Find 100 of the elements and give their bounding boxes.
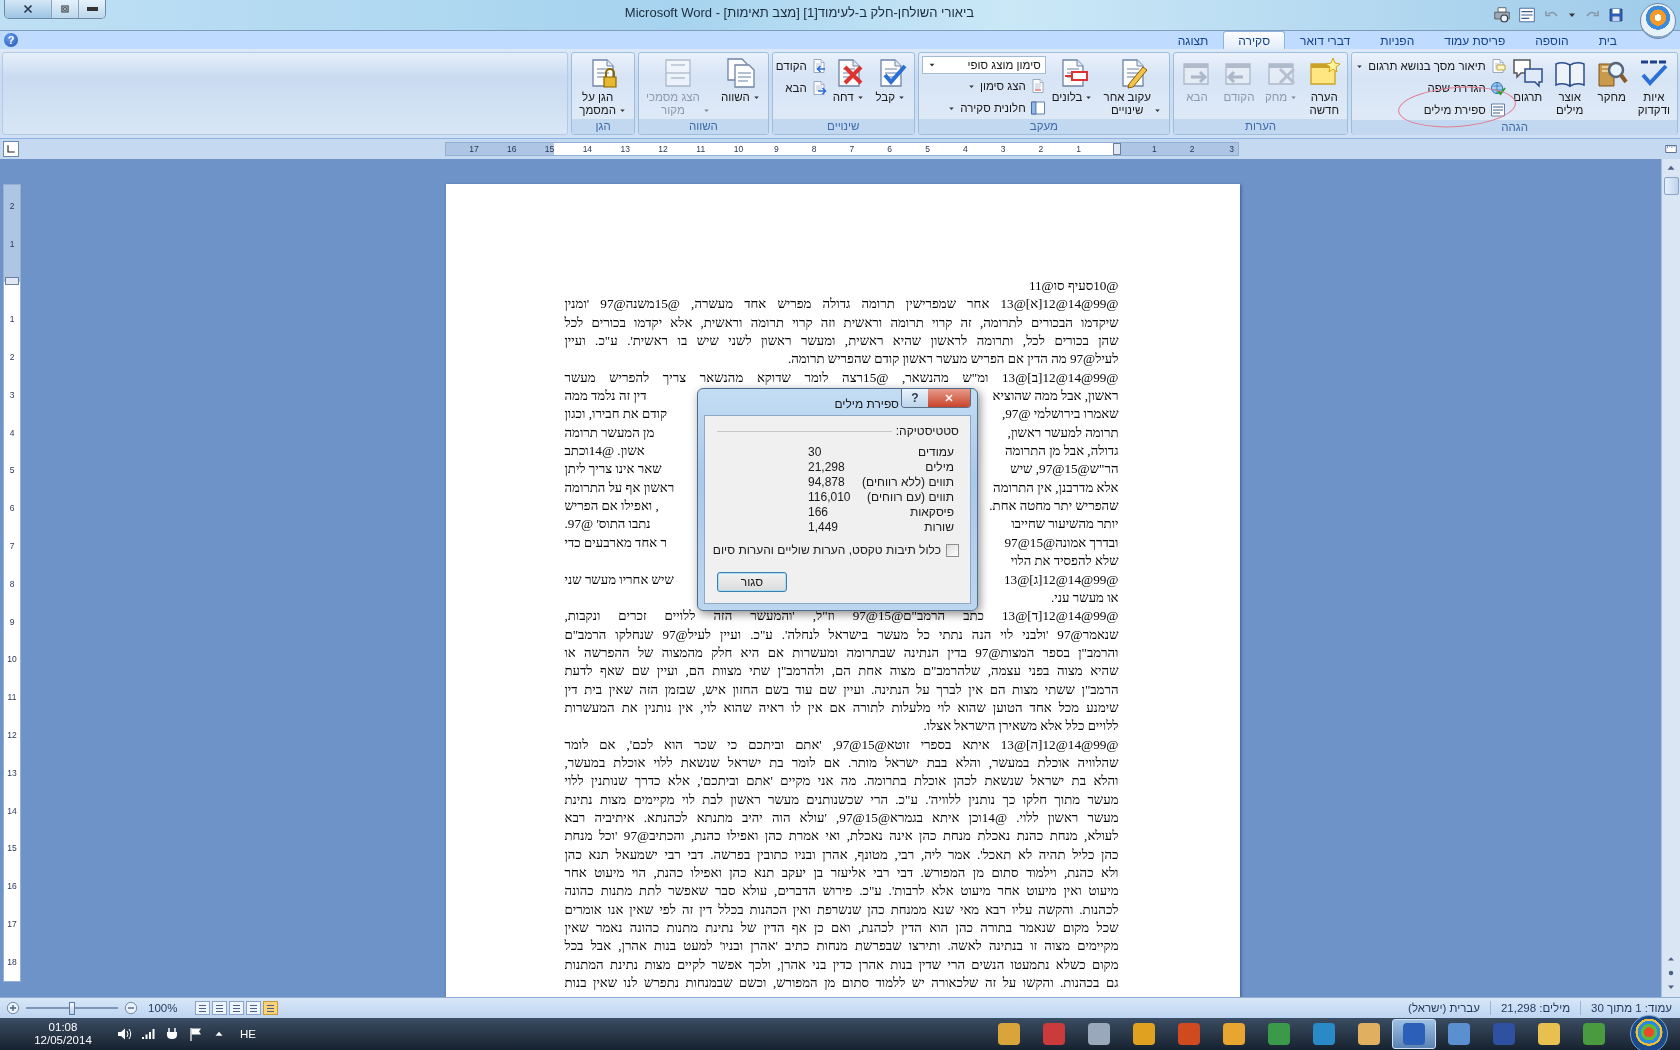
language-indicator[interactable]: HE xyxy=(240,1028,256,1040)
ribbon-button[interactable]: אוצר מילים xyxy=(1549,55,1590,120)
ruler-number: 1 xyxy=(1076,144,1082,154)
ruler-number: 9 xyxy=(9,616,15,627)
ribbon-tab[interactable]: הפניות xyxy=(1365,31,1430,49)
page-count[interactable]: עמוד: 1 מתוך 30 xyxy=(1591,1002,1672,1014)
clock[interactable]: 01:08 12/05/2014 xyxy=(24,1021,102,1047)
ribbon-button[interactable]: דחה xyxy=(828,55,869,119)
view-button[interactable] xyxy=(212,1001,228,1015)
stat-label: שורות xyxy=(923,521,954,534)
ribbon-button[interactable]: עקוב אחר שינויים xyxy=(1099,55,1166,119)
ruler-number: 14 xyxy=(582,144,593,154)
text-line: שיש אחריו מעשר שני xyxy=(564,570,674,589)
stat-label: תווים (ללא רווחים) xyxy=(861,476,954,489)
ribbon-button[interactable]: חלונית סקירה xyxy=(921,98,1046,118)
text-line: אלא מדרבנן, אין התרומה xyxy=(993,478,1119,497)
markup-dropdown[interactable]: סימון מוצג סופי xyxy=(921,56,1046,74)
ribbon-button[interactable]: קבל xyxy=(870,55,911,119)
minimize-button[interactable] xyxy=(78,0,105,18)
documents-icon xyxy=(724,57,757,89)
checkbox[interactable] xyxy=(946,543,959,557)
text-line: תרומה למעשר ראשון, xyxy=(1007,423,1119,442)
restore-button[interactable] xyxy=(51,0,78,18)
ribbon-tab[interactable]: סקירה xyxy=(1223,31,1286,49)
ruler-number: 7 xyxy=(849,144,855,154)
text-line: , ואפילו אם הפריש xyxy=(564,497,659,516)
ribbon-tab[interactable]: פריסת עמוד xyxy=(1429,31,1521,49)
ruler-number: 17 xyxy=(469,144,479,154)
ribbon-tab[interactable]: תצוגה xyxy=(1162,31,1224,49)
ribbon-tab[interactable]: הוספה xyxy=(1520,31,1584,49)
ruler-number: 10 xyxy=(733,144,744,154)
start-button[interactable] xyxy=(1630,1015,1668,1050)
margin-marker[interactable] xyxy=(5,277,19,286)
ruler-number: 11 xyxy=(696,144,706,154)
text-line: הר"ש@15@97, שיש xyxy=(1010,460,1119,479)
language-indicator[interactable]: עברית (ישראל) xyxy=(1408,1002,1480,1014)
office-button[interactable] xyxy=(1640,3,1676,39)
ruler-number: 1 xyxy=(1151,144,1157,154)
flag-icon xyxy=(188,1026,204,1042)
text-line: מן המעשר תרומה xyxy=(564,423,655,442)
ruler-number: 5 xyxy=(925,144,930,154)
scroll-thumb[interactable] xyxy=(1663,177,1679,195)
ribbon-button[interactable]: ספירת מילים xyxy=(1355,100,1506,120)
taskbar-app-button[interactable] xyxy=(1392,1019,1436,1049)
text-line: שהפריש יתר מחטה אחת. xyxy=(989,497,1119,516)
ribbon-button[interactable]: תיאור מסך בנושא תרגום xyxy=(1355,56,1506,76)
tab-selector[interactable] xyxy=(3,141,19,157)
counter-icon xyxy=(1489,102,1506,118)
speaker-icon xyxy=(116,1026,132,1042)
vertical-scrollbar[interactable] xyxy=(1661,159,1680,997)
text-line: אשון. @14וכתב xyxy=(564,442,645,461)
text-line: שלא להפסיד את הלוי xyxy=(1010,552,1119,571)
ribbon-button[interactable]: הקודם xyxy=(775,56,827,76)
window-title: ביאורי השולחן-חלק ב-לעימוד[1] [מצב תאימות] - Microsoft Word xyxy=(624,5,975,20)
ribbon-button[interactable]: תרגום xyxy=(1507,55,1548,120)
ruler-number: 17 xyxy=(7,919,17,930)
ruler-number: 5 xyxy=(9,465,15,476)
view-button[interactable] xyxy=(229,1001,245,1015)
close-icon xyxy=(943,392,955,404)
ruler-number: 15 xyxy=(7,843,17,854)
ribbon-button[interactable]: השווה xyxy=(716,55,765,119)
vertical-ruler[interactable]: 2 1 1 2 3 4 5 6 7 8 9 10 11 12 13 14 15 16 17 18 xyxy=(3,184,21,982)
text-line: @99@14@12[ב]@13 ומ"ש מהנשאר, @15רצה לומר שדוקא מהנשאר צריך להפריש מעשר xyxy=(564,368,1119,387)
ruler-number: 3 xyxy=(1000,144,1006,154)
text-line: שאר אינו צריך ליתן xyxy=(564,460,662,479)
help-button[interactable]: ? xyxy=(902,389,928,407)
ruler-number: 8 xyxy=(811,144,817,154)
ruler-number: 15 xyxy=(544,144,555,154)
close-button[interactable]: סגור xyxy=(717,572,787,592)
ribbon-button[interactable]: הצג סימון xyxy=(921,76,1046,96)
signal-bars-icon xyxy=(140,1026,156,1042)
ruler-number: 13 xyxy=(620,144,630,154)
ribbon-tab[interactable]: בית xyxy=(1583,31,1632,49)
view-button[interactable] xyxy=(263,1001,279,1015)
zoom-level[interactable]: 100% xyxy=(148,1002,178,1014)
close-button[interactable] xyxy=(928,389,970,407)
ribbon-button[interactable]: בלונים xyxy=(1047,55,1098,119)
close-icon xyxy=(21,2,35,16)
text-line: ובדרך אמונה@15@97 xyxy=(1004,533,1119,552)
checkbox-label: כלול תיבות טקסט, הערות שוליים והערות סיום xyxy=(712,543,941,557)
document-arrow-icon xyxy=(810,58,827,74)
stat-value: 94,878 xyxy=(808,476,846,489)
indent-marker[interactable] xyxy=(1112,143,1121,155)
word-count[interactable]: מילים: 21,298 xyxy=(1500,1002,1571,1014)
view-button[interactable] xyxy=(246,1001,262,1015)
ribbon-button[interactable]: מחקר xyxy=(1591,55,1632,120)
ribbon-button[interactable]: הערה חדשה xyxy=(1304,55,1345,119)
stat-value: 30 xyxy=(808,446,823,459)
view-button[interactable] xyxy=(195,1001,211,1015)
ribbon-button[interactable]: איות ודקדוק xyxy=(1633,55,1674,120)
print-preview-icon xyxy=(1493,6,1511,24)
speech-bubbles-icon xyxy=(1511,57,1544,89)
ribbon-tab[interactable]: דברי דואר xyxy=(1285,31,1366,49)
close-button[interactable] xyxy=(5,0,51,18)
ribbon-button[interactable]: הבא xyxy=(775,78,827,98)
ribbon-button[interactable]: הגדרת שפה xyxy=(1355,78,1506,98)
group-label: שינויים xyxy=(772,119,914,134)
ruler-number: 1 xyxy=(9,238,15,249)
ribbon-button[interactable]: הגן על המסמך xyxy=(575,55,631,119)
ruler-number: 10 xyxy=(7,654,17,665)
